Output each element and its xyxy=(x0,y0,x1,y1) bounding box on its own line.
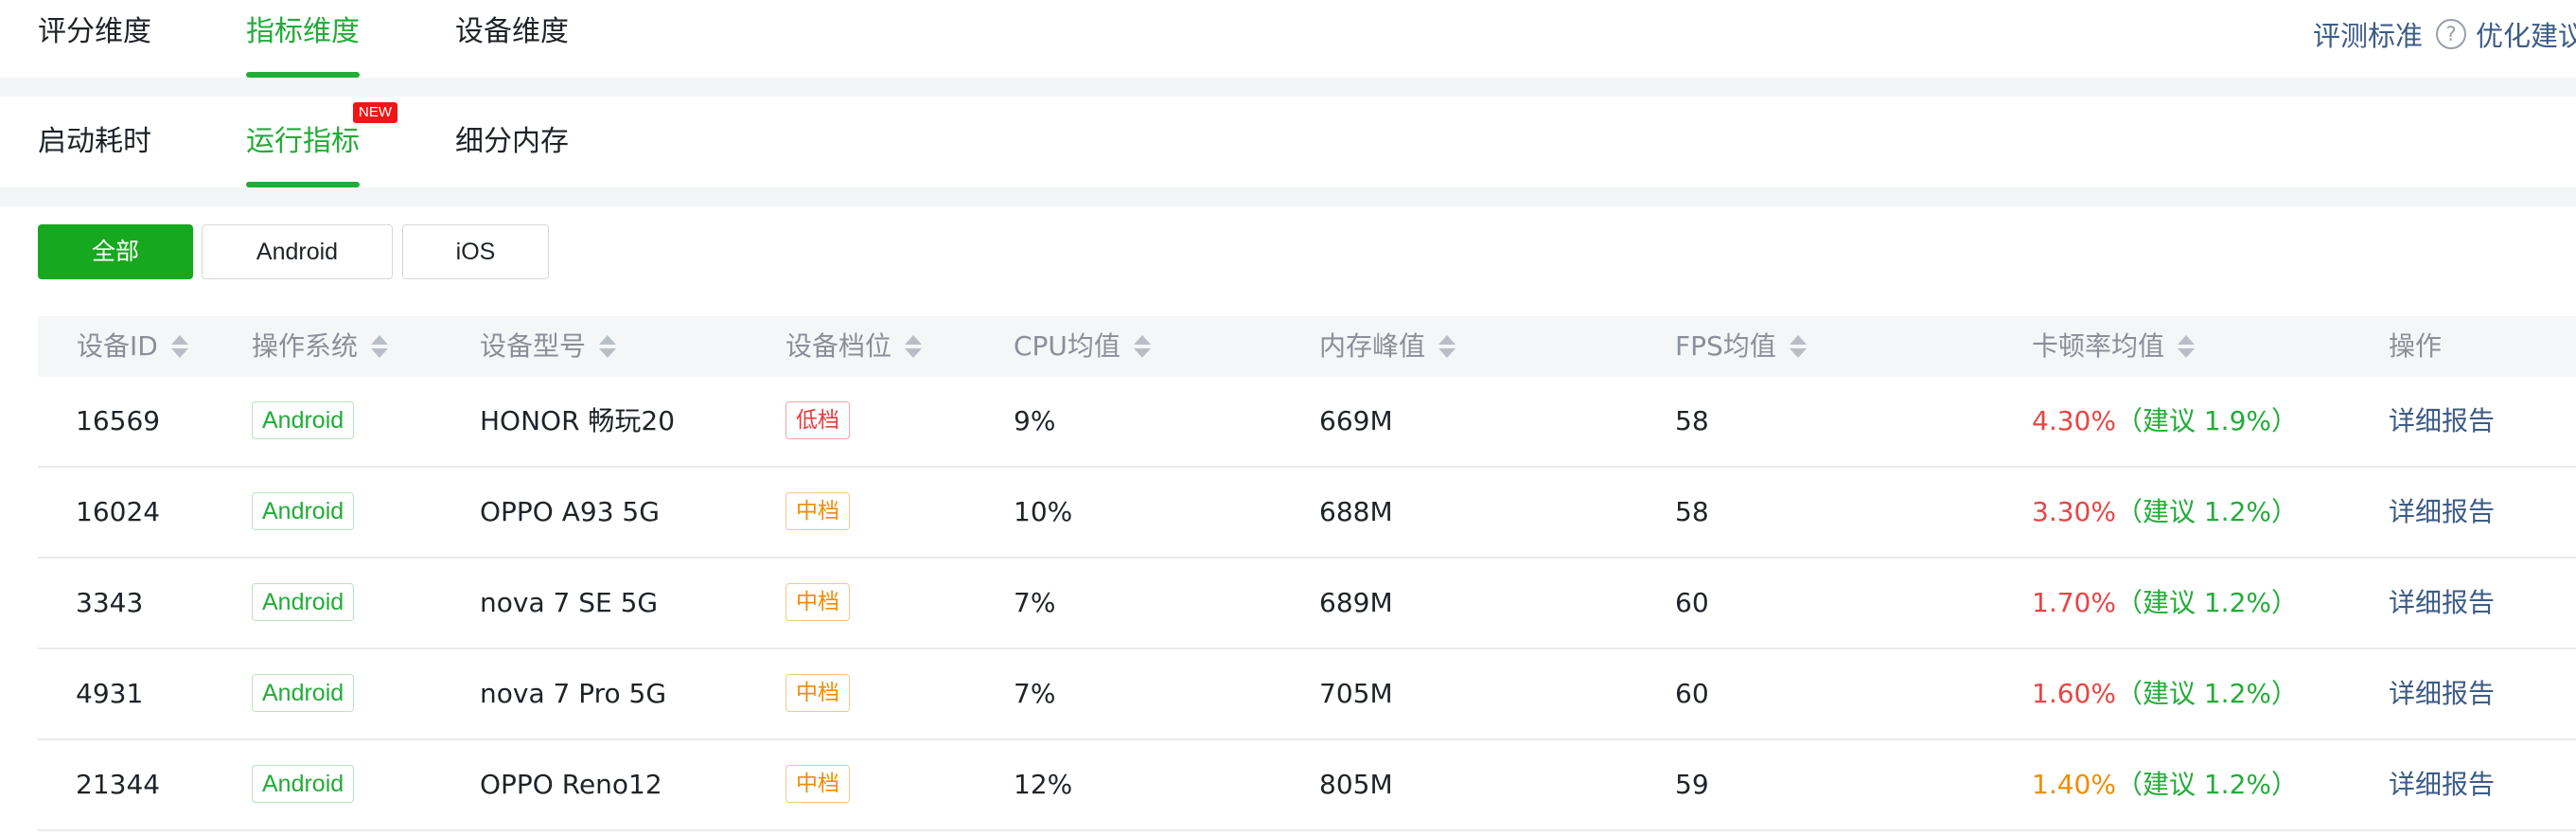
fps-average: 59 xyxy=(1675,769,1709,800)
device-model: HONOR 畅玩20 xyxy=(480,405,676,436)
dimension-tab-bar: 评分维度 指标维度 设备维度 评测标准 ? 优化建议 xyxy=(0,0,2576,78)
column-header-cpu[interactable]: CPU均值 xyxy=(1014,316,1151,377)
jank-rate-suggestion: （建议 1.2%） xyxy=(2115,769,2298,800)
question-circle-icon[interactable]: ? xyxy=(2436,19,2467,49)
detail-report-link[interactable]: 详细报告 xyxy=(2389,559,2495,648)
column-header-model[interactable]: 设备型号 xyxy=(480,316,617,377)
jank-rate-suggestion: （建议 1.2%） xyxy=(2115,678,2298,709)
os-tag: Android xyxy=(252,401,355,439)
cpu-average: 10% xyxy=(1014,496,1073,527)
jank-rate-value: 4.30% xyxy=(2032,405,2116,436)
level-tag: 中档 xyxy=(785,674,850,712)
jank-rate-value: 1.60% xyxy=(2032,678,2116,709)
jank-rate: 4.30%（建议 1.9%） xyxy=(2032,377,2298,466)
column-header-action: 操作 xyxy=(2389,330,2443,362)
detail-report-link[interactable]: 详细报告 xyxy=(2389,649,2495,738)
os-tag: Android xyxy=(252,492,355,530)
optimization-advice-link[interactable]: 优化建议 xyxy=(2476,14,2576,54)
column-header-jank-rate[interactable]: 卡顿率均值 xyxy=(2032,316,2196,377)
jank-rate: 1.60%（建议 1.2%） xyxy=(2032,649,2298,738)
column-header-level[interactable]: 设备档位 xyxy=(785,316,923,377)
cpu-average: 9% xyxy=(1014,405,1056,436)
cpu-average: 12% xyxy=(1014,769,1073,800)
level-tag: 中档 xyxy=(785,583,850,621)
new-badge: NEW xyxy=(353,102,397,123)
device-model: OPPO Reno12 xyxy=(480,769,662,800)
sort-icon[interactable] xyxy=(1133,332,1151,361)
device-id: 16569 xyxy=(76,405,161,436)
top-right-links: 评测标准 ? 优化建议 xyxy=(2313,15,2576,53)
device-id: 21344 xyxy=(76,769,161,800)
device-id: 16024 xyxy=(76,496,161,527)
cpu-average: 7% xyxy=(1014,587,1056,618)
filter-ios-button[interactable]: iOS xyxy=(402,224,549,279)
os-tag: Android xyxy=(252,674,355,712)
jank-rate-suggestion: （建议 1.9%） xyxy=(2115,405,2298,436)
os-tag: Android xyxy=(252,583,355,621)
memory-peak: 805M xyxy=(1319,769,1393,800)
jank-rate: 1.40%（建议 1.2%） xyxy=(2032,740,2298,829)
detail-report-link[interactable]: 详细报告 xyxy=(2389,468,2495,557)
tab-score-dimension[interactable]: 评分维度 xyxy=(38,0,151,78)
jank-rate-value: 1.70% xyxy=(2032,587,2116,618)
memory-peak: 689M xyxy=(1319,587,1393,618)
column-header-fps[interactable]: FPS均值 xyxy=(1675,316,1807,377)
table-row: 4931 Android nova 7 Pro 5G 中档 7% 705M 60… xyxy=(38,649,2576,740)
sort-icon[interactable] xyxy=(1438,332,1456,361)
table-header: 设备ID 操作系统 设备型号 设备档位 CPU均值 内存峰值 FPS均值 卡顿率… xyxy=(38,316,2576,377)
sort-icon[interactable] xyxy=(170,332,188,361)
table-row: 16024 Android OPPO A93 5G 中档 10% 688M 58… xyxy=(38,468,2576,559)
jank-rate-suggestion: （建议 1.2%） xyxy=(2115,587,2298,618)
tab-memory-breakdown[interactable]: 细分内存 xyxy=(455,97,569,187)
fps-average: 58 xyxy=(1675,405,1709,436)
sort-icon[interactable] xyxy=(2178,332,2196,361)
jank-rate-suggestion: （建议 1.2%） xyxy=(2115,496,2298,527)
column-header-memory[interactable]: 内存峰值 xyxy=(1319,316,1456,377)
tab-device-dimension[interactable]: 设备维度 xyxy=(455,0,569,78)
jank-rate-value: 3.30% xyxy=(2032,496,2116,527)
device-id: 4931 xyxy=(76,678,144,709)
sort-icon[interactable] xyxy=(905,332,923,361)
level-tag: 低档 xyxy=(785,401,850,439)
tab-startup-time[interactable]: 启动耗时 xyxy=(38,97,151,187)
cpu-average: 7% xyxy=(1014,678,1056,709)
table-row: 16569 Android HONOR 畅玩20 低档 9% 669M 58 4… xyxy=(38,377,2576,468)
device-model: nova 7 SE 5G xyxy=(480,587,659,618)
memory-peak: 669M xyxy=(1319,405,1393,436)
level-tag: 中档 xyxy=(785,765,850,803)
device-id: 3343 xyxy=(76,587,144,618)
jank-rate: 3.30%（建议 1.2%） xyxy=(2032,468,2298,557)
column-header-device-id[interactable]: 设备ID xyxy=(77,316,188,377)
table-row: 3343 Android nova 7 SE 5G 中档 7% 689M 60 … xyxy=(38,559,2576,649)
jank-rate: 1.70%（建议 1.2%） xyxy=(2032,559,2298,648)
memory-peak: 705M xyxy=(1319,678,1393,709)
column-header-os[interactable]: 操作系统 xyxy=(252,316,389,377)
device-metrics-table: 设备ID 操作系统 设备型号 设备档位 CPU均值 内存峰值 FPS均值 卡顿率… xyxy=(38,316,2576,831)
evaluation-standard-link[interactable]: 评测标准 xyxy=(2313,14,2423,54)
fps-average: 58 xyxy=(1675,496,1709,527)
sort-icon[interactable] xyxy=(599,332,617,361)
filter-all-button[interactable]: 全部 xyxy=(38,224,193,279)
fps-average: 60 xyxy=(1675,587,1709,618)
os-tag: Android xyxy=(252,765,355,803)
table-row: 21344 Android OPPO Reno12 中档 12% 805M 59… xyxy=(38,740,2576,831)
content-panel: 全部 Android iOS 设备ID 操作系统 设备型号 设备档位 CPU均值 xyxy=(0,206,2576,835)
memory-peak: 688M xyxy=(1319,496,1393,527)
filter-android-button[interactable]: Android xyxy=(202,224,393,279)
tab-runtime-metrics[interactable]: 运行指标 xyxy=(246,97,360,187)
detail-report-link[interactable]: 详细报告 xyxy=(2389,377,2495,466)
sort-icon[interactable] xyxy=(371,332,389,361)
level-tag: 中档 xyxy=(785,492,850,530)
device-model: nova 7 Pro 5G xyxy=(480,678,667,709)
tab-metric-dimension[interactable]: 指标维度 xyxy=(246,0,360,78)
device-model: OPPO A93 5G xyxy=(480,496,660,527)
detail-report-link[interactable]: 详细报告 xyxy=(2389,740,2495,829)
jank-rate-value: 1.40% xyxy=(2032,769,2116,800)
sort-icon[interactable] xyxy=(1789,332,1807,361)
fps-average: 60 xyxy=(1675,678,1709,709)
